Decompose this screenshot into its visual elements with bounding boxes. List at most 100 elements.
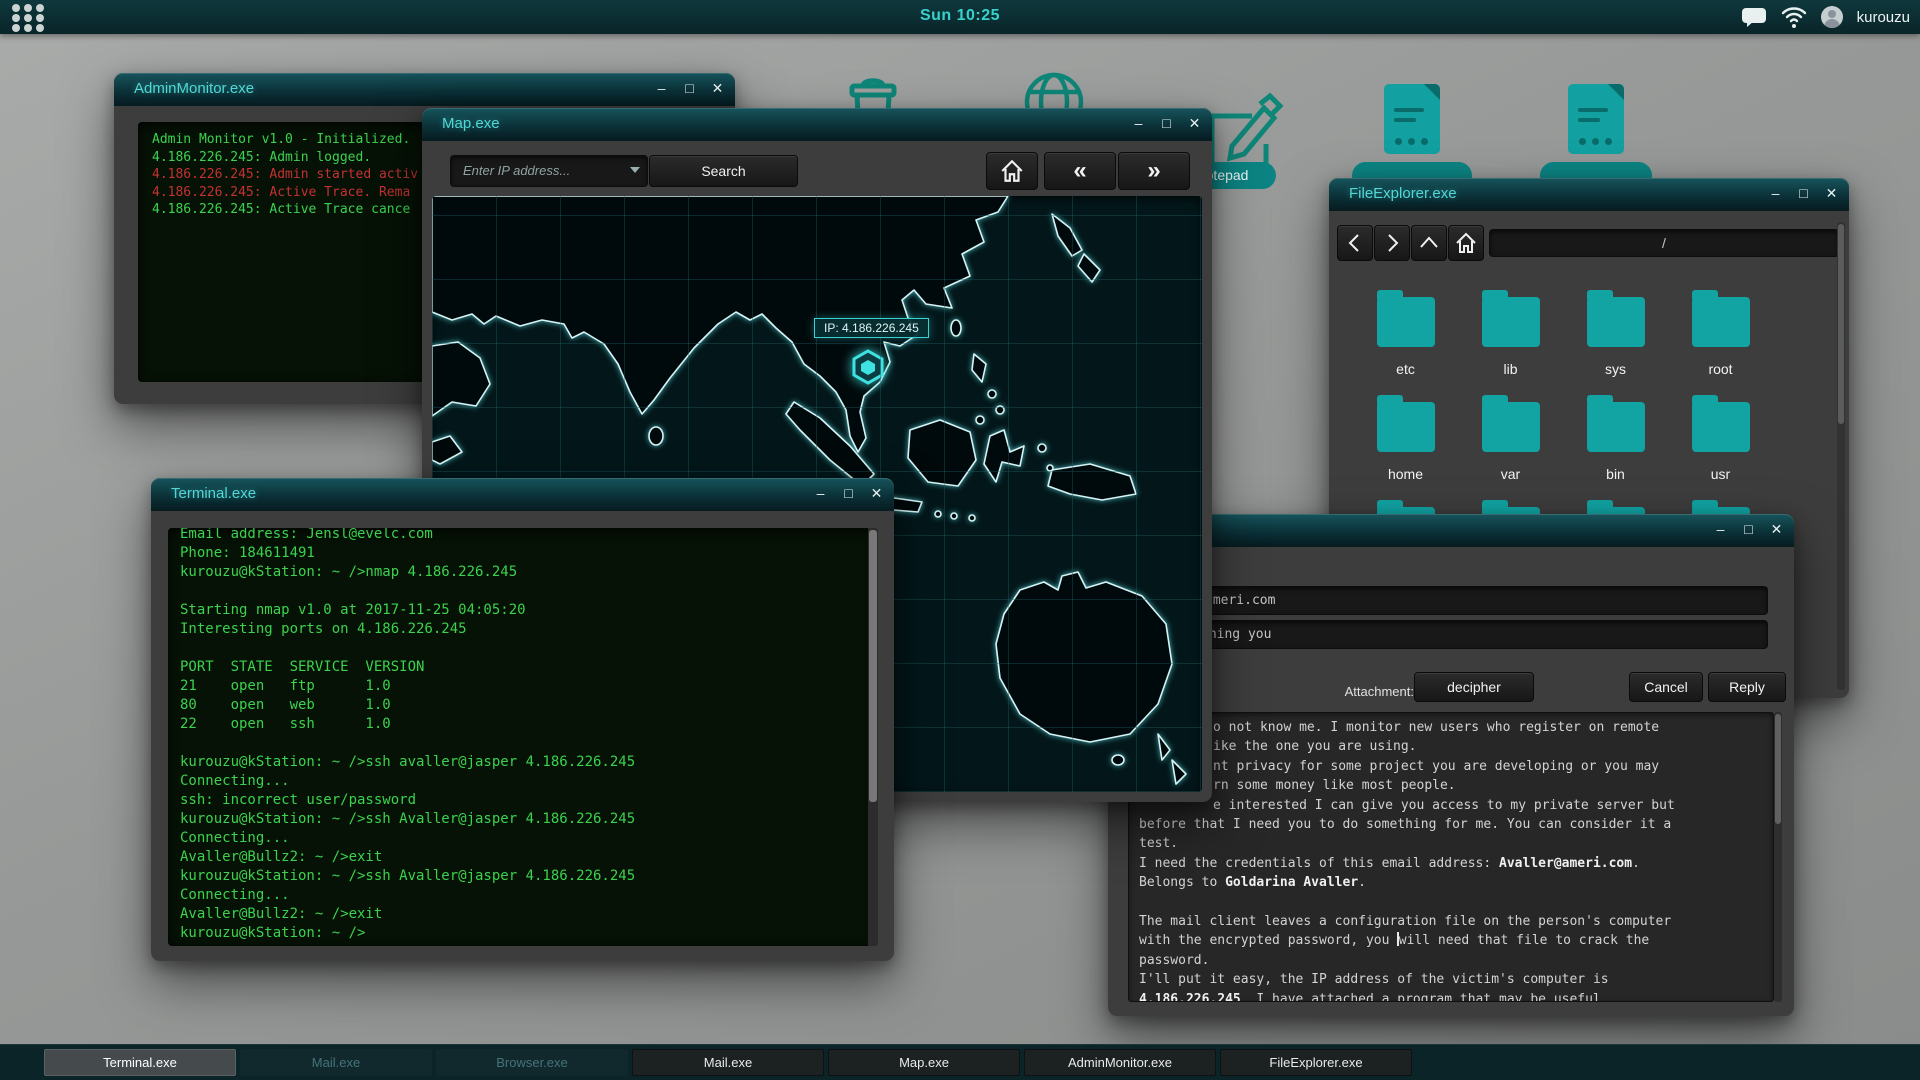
close-icon[interactable]: ✕ bbox=[1187, 115, 1202, 132]
top-bar: Sun 10:25 kurouzu bbox=[0, 0, 1920, 34]
terminal-line: Avaller@Bullz2: ~ />exit bbox=[180, 906, 383, 922]
mail-body-line: o not know me. I monitor new users who r… bbox=[1213, 720, 1660, 735]
terminal-line: Email address: Jensl@evelc.com bbox=[180, 528, 433, 542]
folder-icon[interactable] bbox=[1691, 395, 1750, 452]
close-icon[interactable]: ✕ bbox=[1824, 185, 1839, 202]
terminal-line: Connecting... bbox=[180, 887, 290, 903]
terminal-screen[interactable]: Email address: Jensl@evelc.com Phone: 184… bbox=[168, 528, 878, 946]
map-title: Map.exe bbox=[442, 115, 500, 132]
minimize-icon[interactable]: – bbox=[813, 485, 828, 502]
dropdown-arrow-icon[interactable] bbox=[630, 167, 640, 173]
app-launcher-icon[interactable] bbox=[12, 4, 46, 32]
close-icon[interactable]: ✕ bbox=[869, 485, 884, 502]
map-next-button[interactable]: » bbox=[1118, 152, 1190, 190]
terminal-line: kurouzu@kStation: ~ /> bbox=[180, 925, 366, 941]
maximize-icon[interactable]: □ bbox=[1159, 115, 1174, 132]
folder-label: home bbox=[1387, 466, 1424, 482]
folder-icon[interactable] bbox=[1481, 395, 1540, 452]
taskbar-item-map-exe[interactable]: Map.exe bbox=[828, 1049, 1020, 1076]
folder-label: etc bbox=[1396, 361, 1415, 377]
folder-item[interactable]: usr bbox=[1668, 395, 1773, 482]
window-terminal: Terminal.exe – □ ✕ Email address: Jensl@… bbox=[151, 478, 894, 961]
folder-icon[interactable] bbox=[1691, 290, 1750, 347]
reply-button[interactable]: Reply bbox=[1708, 672, 1786, 702]
minimize-icon[interactable]: – bbox=[1768, 185, 1783, 202]
search-button[interactable]: Search bbox=[649, 155, 798, 187]
taskbar: Terminal.exe Mail.exe Browser.exe Mail.exe M… bbox=[0, 1044, 1920, 1080]
back-button[interactable] bbox=[1337, 225, 1373, 261]
folder-item[interactable]: root bbox=[1668, 290, 1773, 377]
folder-icon[interactable] bbox=[1586, 395, 1645, 452]
cancel-button[interactable]: Cancel bbox=[1629, 672, 1703, 702]
maximize-icon[interactable]: □ bbox=[682, 80, 697, 97]
folder-item[interactable]: var bbox=[1458, 395, 1563, 482]
up-button[interactable] bbox=[1411, 225, 1447, 261]
mail-scrollbar[interactable] bbox=[1774, 712, 1782, 1002]
folder-icon[interactable] bbox=[1586, 290, 1645, 347]
chat-icon[interactable] bbox=[1741, 6, 1767, 28]
mail-body-line: rn some money like most people. bbox=[1213, 778, 1456, 794]
attachment-button[interactable]: decipher bbox=[1414, 672, 1534, 702]
terminal-titlebar[interactable]: Terminal.exe – □ ✕ bbox=[151, 478, 894, 511]
map-titlebar[interactable]: Map.exe – □ ✕ bbox=[422, 108, 1212, 141]
minimize-icon[interactable]: – bbox=[1713, 521, 1728, 538]
home-button[interactable] bbox=[1448, 225, 1484, 261]
minimize-icon[interactable]: – bbox=[654, 80, 669, 97]
taskbar-item-adminmonitor-exe[interactable]: AdminMonitor.exe bbox=[1024, 1049, 1216, 1076]
maximize-icon[interactable]: □ bbox=[1796, 185, 1811, 202]
terminal-line: 80 open web 1.0 bbox=[180, 697, 391, 713]
mail-body-line: Belongs to Goldarina Avaller. bbox=[1139, 875, 1366, 891]
minimize-icon[interactable]: – bbox=[1131, 115, 1146, 132]
mail-subject-field[interactable]: ching you bbox=[1128, 620, 1768, 649]
terminal-line: 22 open ssh 1.0 bbox=[180, 716, 391, 732]
admin-monitor-title: AdminMonitor.exe bbox=[134, 80, 255, 97]
mail-body[interactable]: o not know me. I monitor new users who r… bbox=[1128, 712, 1774, 1002]
folder-item[interactable]: sys bbox=[1563, 290, 1668, 377]
desktop-file-icon[interactable] bbox=[1384, 84, 1440, 154]
map-home-button[interactable] bbox=[986, 152, 1038, 190]
folder-item[interactable]: lib bbox=[1458, 290, 1563, 377]
folder-row: home var bin usr bbox=[1353, 395, 1773, 482]
forward-button[interactable] bbox=[1374, 225, 1410, 261]
folder-label: sys bbox=[1605, 361, 1626, 377]
maximize-icon[interactable]: □ bbox=[1741, 521, 1756, 538]
mail-body-line: test. bbox=[1139, 836, 1179, 852]
user-avatar[interactable] bbox=[1820, 6, 1843, 28]
folder-item[interactable]: home bbox=[1353, 395, 1458, 482]
file-explorer-titlebar[interactable]: FileExplorer.exe – □ ✕ bbox=[1329, 178, 1849, 211]
file-explorer-scrollbar[interactable] bbox=[1837, 222, 1845, 690]
folder-icon[interactable] bbox=[1376, 395, 1435, 452]
maximize-icon[interactable]: □ bbox=[841, 485, 856, 502]
terminal-line: kurouzu@kStation: ~ />ssh Avaller@jasper… bbox=[180, 868, 636, 884]
desktop-file-icon[interactable] bbox=[1568, 84, 1624, 154]
mail-to-field[interactable]: ameri.com bbox=[1128, 586, 1768, 615]
folder-icon[interactable] bbox=[1481, 290, 1540, 347]
wifi-icon[interactable] bbox=[1781, 6, 1807, 28]
terminal-title: Terminal.exe bbox=[171, 485, 257, 502]
folder-icon[interactable] bbox=[1376, 290, 1435, 347]
terminal-line: Connecting... bbox=[180, 773, 290, 789]
taskbar-item-fileexplorer-exe[interactable]: FileExplorer.exe bbox=[1220, 1049, 1412, 1076]
taskbar-item-mail-exe[interactable]: Mail.exe bbox=[632, 1049, 824, 1076]
close-icon[interactable]: ✕ bbox=[710, 80, 725, 97]
map-prev-button[interactable]: « bbox=[1044, 152, 1116, 190]
terminal-line: Starting nmap v1.0 at 2017-11-25 04:05:2… bbox=[180, 602, 526, 618]
taskbar-item-terminal-exe[interactable]: Terminal.exe bbox=[44, 1049, 236, 1076]
folder-label: lib bbox=[1503, 361, 1518, 377]
path-bar[interactable]: / bbox=[1489, 229, 1839, 257]
terminal-line: Phone: 184611491 bbox=[180, 545, 315, 561]
ip-address-input[interactable]: Enter IP address... bbox=[450, 155, 648, 187]
taskbar-item-browser-exe[interactable]: Browser.exe bbox=[436, 1049, 628, 1076]
taskbar-item-mail-exe[interactable]: Mail.exe bbox=[240, 1049, 432, 1076]
ip-marker-label: IP: 4.186.226.245 bbox=[814, 318, 929, 338]
mail-body-line: nt privacy for some project you are deve… bbox=[1213, 758, 1660, 774]
terminal-line: Avaller@Bullz2: ~ />exit bbox=[180, 849, 383, 865]
terminal-scrollbar[interactable] bbox=[868, 528, 878, 946]
folder-item[interactable]: etc bbox=[1353, 290, 1458, 377]
admin-monitor-titlebar[interactable]: AdminMonitor.exe – □ ✕ bbox=[114, 73, 735, 106]
close-icon[interactable]: ✕ bbox=[1769, 521, 1784, 538]
file-explorer-title: FileExplorer.exe bbox=[1349, 185, 1457, 202]
folder-item[interactable]: bin bbox=[1563, 395, 1668, 482]
